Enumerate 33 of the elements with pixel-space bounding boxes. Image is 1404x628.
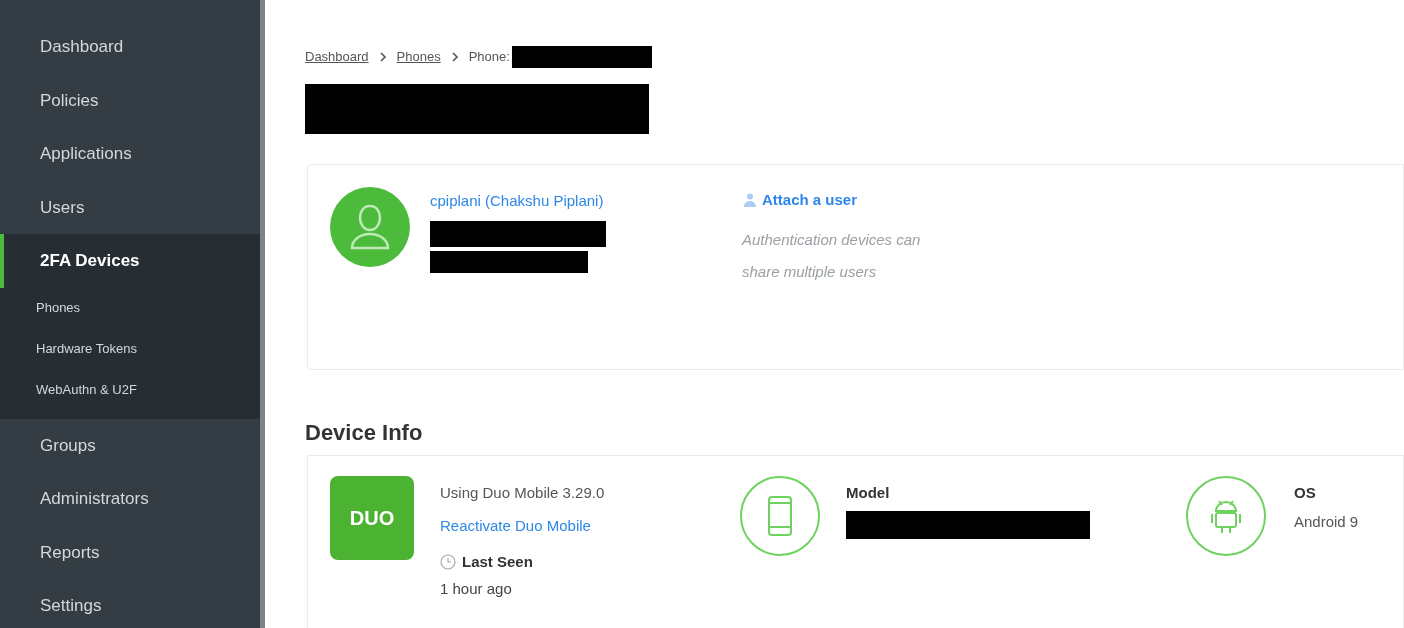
sidebar-item[interactable]: Users [0,180,260,234]
user-icon [742,192,758,209]
sidebar-item[interactable]: Groups [0,418,260,472]
user-link[interactable]: cpiplani (Chakshu Piplani) [430,190,742,213]
sidebar-item[interactable]: Applications [0,127,260,181]
app-logo: DUO [330,476,414,560]
breadcrumb-link[interactable]: Dashboard [305,47,369,67]
chevron-icon [378,52,387,62]
section-heading: Device Info [305,419,424,447]
last-seen-label: Last Seen [462,552,533,572]
app-version: Using Duo Mobile 3.29.0 [440,483,606,503]
sidebar-subitem[interactable]: Phones [0,287,260,329]
os-value: Android 9 [1294,511,1359,532]
sidebar-item[interactable]: Policies [0,73,260,127]
sidebar-item[interactable]: Dashboard [0,20,260,74]
sidebar-item[interactable]: Administrators [0,472,260,526]
sidebar-subitem[interactable]: Hardware Tokens [0,328,260,370]
clock-icon [440,554,456,571]
reactivate-link[interactable]: Reactivate Duo Mobile [440,514,740,537]
android-icon [1186,476,1266,556]
help-text: Authentication devices can share multiple users [742,229,922,282]
sidebar-item[interactable]: Settings [0,579,260,628]
model-label: Model [846,483,891,503]
breadcrumb-current: Phone: [468,48,510,67]
sidebar-subitem[interactable]: WebAuthn & U2F [0,369,260,411]
sidebar-item[interactable]: 2FA Devices [0,234,260,288]
breadcrumb-link[interactable]: Phones [396,47,441,67]
sidebar-item[interactable]: Reports [0,525,260,579]
os-label: OS [1294,483,1317,503]
chevron-icon [450,52,459,62]
attach-user-link[interactable]: Attach a user [742,189,942,212]
phone-icon [740,476,820,556]
last-seen-value: 1 hour ago [440,578,513,599]
